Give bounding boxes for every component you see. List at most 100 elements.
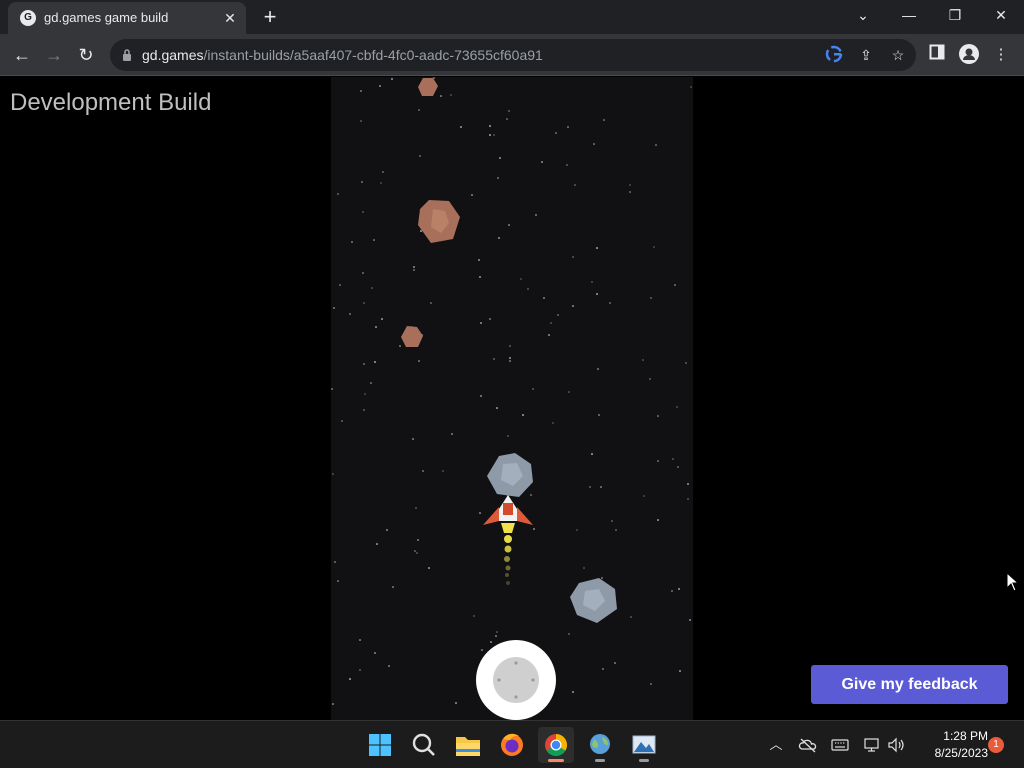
- star: [506, 118, 508, 120]
- clock-date[interactable]: 8/25/2023: [918, 746, 988, 760]
- star: [548, 334, 550, 336]
- star: [498, 237, 500, 239]
- star: [349, 313, 351, 315]
- asteroid-rock-icon: [418, 78, 438, 96]
- star: [334, 561, 336, 563]
- game-canvas[interactable]: [331, 77, 693, 720]
- star: [418, 109, 420, 111]
- star: [690, 86, 692, 88]
- star: [380, 182, 382, 184]
- menu-icon[interactable]: ⋮: [990, 44, 1012, 66]
- star: [509, 357, 511, 359]
- star: [376, 543, 378, 545]
- url-text[interactable]: gd.games/instant-builds/a5aaf407-cbfd-4f…: [142, 47, 543, 63]
- star: [672, 458, 674, 460]
- bookmark-star-icon[interactable]: ☆: [888, 45, 908, 65]
- star: [650, 683, 652, 685]
- star: [591, 453, 593, 455]
- star: [473, 615, 475, 617]
- star: [649, 378, 651, 380]
- onedrive-icon[interactable]: [798, 735, 818, 755]
- star: [414, 550, 416, 552]
- star: [381, 318, 383, 320]
- star: [481, 649, 483, 651]
- chrome-icon[interactable]: [538, 727, 574, 763]
- notification-badge[interactable]: 1: [988, 737, 1004, 753]
- network-icon[interactable]: [862, 735, 882, 755]
- star: [555, 132, 557, 134]
- start-icon[interactable]: [362, 727, 398, 763]
- keyboard-icon[interactable]: [830, 735, 850, 755]
- star: [382, 171, 384, 173]
- address-bar[interactable]: gd.games/instant-builds/a5aaf407-cbfd-4f…: [110, 39, 916, 71]
- star: [535, 214, 537, 216]
- lock-icon[interactable]: [122, 48, 132, 62]
- star: [527, 288, 529, 290]
- star: [371, 287, 373, 289]
- star: [373, 239, 375, 241]
- star: [629, 191, 631, 193]
- star: [677, 466, 679, 468]
- globe-app-icon[interactable]: [582, 727, 618, 763]
- star: [363, 363, 365, 365]
- tab-close-icon[interactable]: ✕: [220, 8, 240, 28]
- star: [442, 470, 444, 472]
- star: [451, 433, 453, 435]
- asteroid-rock-icon: [401, 326, 423, 347]
- close-window-button[interactable]: ✕: [978, 0, 1024, 30]
- star: [572, 691, 574, 693]
- star: [497, 177, 499, 179]
- photos-app-icon[interactable]: [626, 727, 662, 763]
- star: [615, 529, 617, 531]
- volume-icon[interactable]: [886, 735, 906, 755]
- star: [496, 407, 498, 409]
- virtual-joystick[interactable]: [476, 640, 556, 720]
- star: [363, 302, 365, 304]
- back-button[interactable]: ←: [7, 40, 37, 70]
- star: [386, 529, 388, 531]
- star: [508, 224, 510, 226]
- star: [412, 438, 414, 440]
- star: [388, 665, 390, 667]
- clock-time[interactable]: 1:28 PM: [918, 729, 988, 743]
- running-app-indicator: [639, 759, 649, 762]
- star: [657, 460, 659, 462]
- star: [576, 529, 578, 531]
- search-icon[interactable]: [406, 727, 442, 763]
- star: [602, 668, 604, 670]
- new-tab-button[interactable]: +: [256, 4, 284, 30]
- star: [413, 266, 415, 268]
- share-icon[interactable]: ⇪: [856, 45, 876, 65]
- reload-button[interactable]: ↻: [71, 40, 101, 70]
- firefox-icon[interactable]: [494, 727, 530, 763]
- show-hidden-icons-chevron[interactable]: ︿: [766, 735, 786, 755]
- tab-search-chevron-icon[interactable]: ⌄: [840, 0, 886, 30]
- star: [678, 588, 680, 590]
- star: [650, 297, 652, 299]
- star: [460, 126, 462, 128]
- star: [479, 276, 481, 278]
- google-lens-icon[interactable]: [824, 45, 844, 65]
- joystick-knob[interactable]: [493, 657, 539, 703]
- star: [614, 662, 616, 664]
- star: [417, 539, 419, 541]
- star: [471, 194, 473, 196]
- star: [489, 134, 491, 136]
- profile-icon[interactable]: [958, 44, 980, 66]
- minimize-button[interactable]: —: [886, 0, 932, 30]
- running-app-indicator: [595, 759, 605, 762]
- star: [572, 256, 574, 258]
- mouse-cursor-icon: [1006, 572, 1020, 592]
- star: [598, 414, 600, 416]
- star: [416, 552, 418, 554]
- star: [337, 580, 339, 582]
- give-feedback-button[interactable]: Give my feedback: [811, 665, 1008, 704]
- forward-button[interactable]: →: [39, 40, 69, 70]
- star: [332, 473, 334, 475]
- file-explorer-icon[interactable]: [450, 727, 486, 763]
- url-host: gd.games: [142, 47, 204, 63]
- restore-button[interactable]: ❐: [932, 0, 978, 30]
- star: [440, 95, 442, 97]
- side-panel-icon[interactable]: [926, 44, 948, 66]
- browser-tab[interactable]: G gd.games game build ✕: [8, 2, 246, 34]
